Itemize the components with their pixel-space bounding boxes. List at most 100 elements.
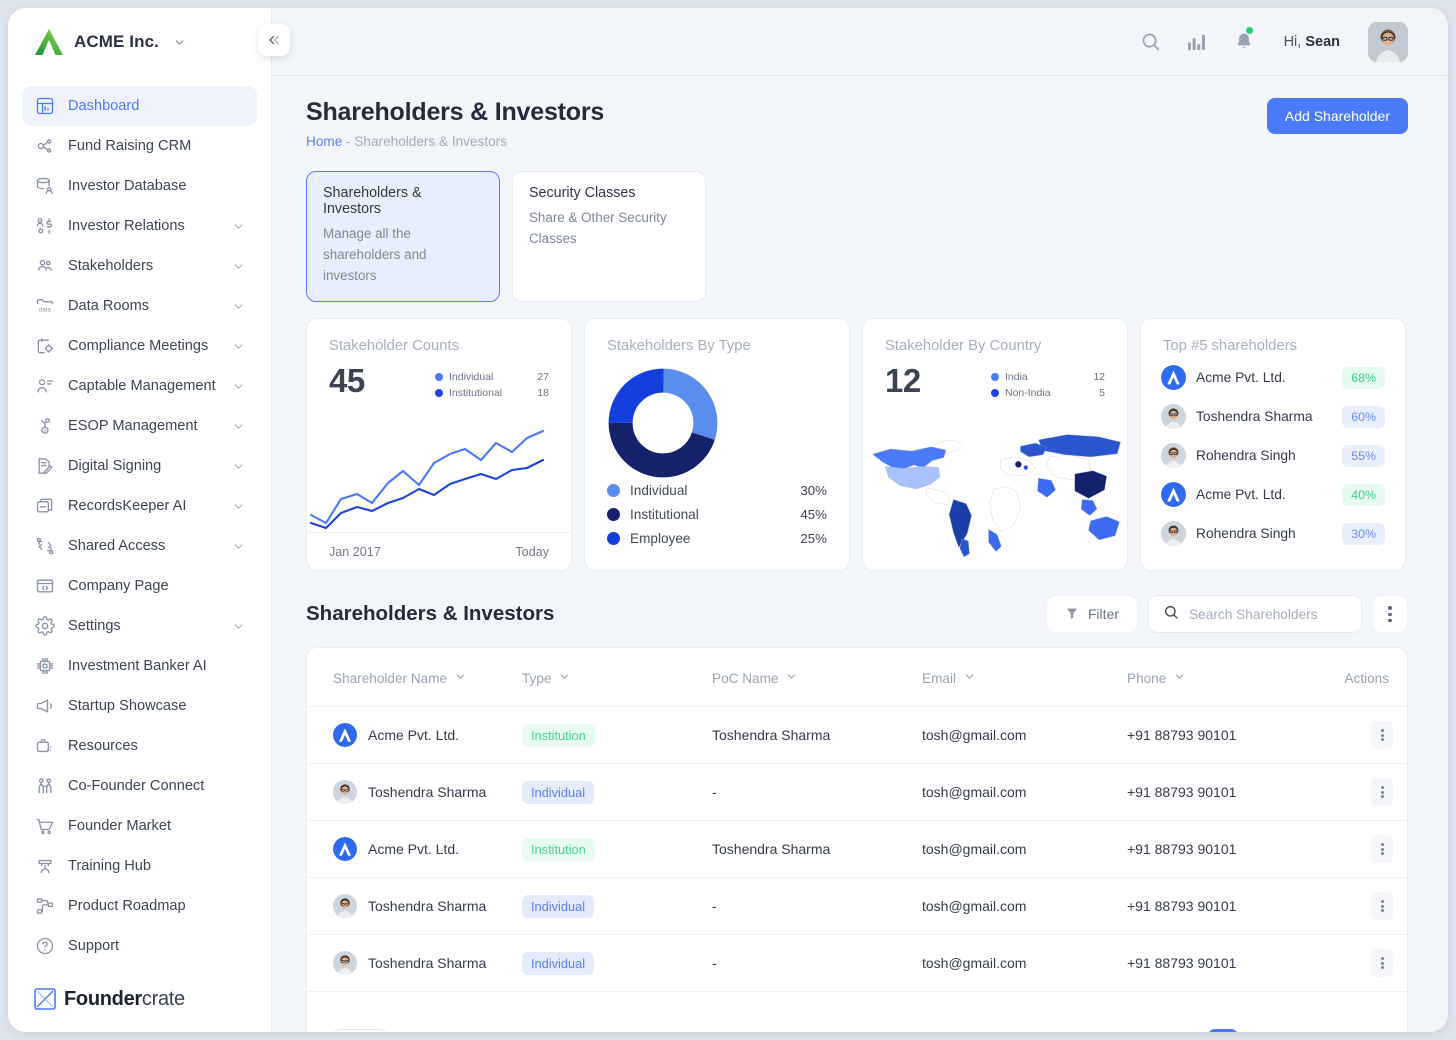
- top5-percent: 55%: [1342, 444, 1385, 467]
- top5-row[interactable]: Acme Pvt. Ltd. 68%: [1161, 358, 1385, 397]
- tab-card-security-classes[interactable]: Security Classes Share & Other Security C…: [512, 171, 706, 303]
- chevron-down-icon[interactable]: [173, 36, 186, 49]
- row-actions-button[interactable]: [1371, 949, 1393, 978]
- sidebar-item-label: Fund Raising CRM: [68, 138, 192, 154]
- pagination-page-1[interactable]: 1: [1207, 1029, 1238, 1032]
- avatar[interactable]: [1368, 21, 1408, 62]
- sidebar-item-recordskeeper-ai[interactable]: RecordsKeeper AI: [22, 486, 257, 526]
- sidebar-item-stakeholders[interactable]: Stakeholders: [22, 246, 257, 286]
- sidebar-item-support[interactable]: Support: [22, 926, 257, 966]
- card-title: Stakeholder Counts: [329, 338, 459, 355]
- breadcrumb-home[interactable]: Home: [306, 134, 342, 149]
- chevron-down-icon[interactable]: [232, 620, 245, 633]
- sidebar-item-esop-management[interactable]: $ ESOP Management: [22, 406, 257, 446]
- card-stakeholder-by-country: Stakeholder By Country 12 India 12 Non-Ind…: [862, 318, 1128, 572]
- sidebar-item-settings[interactable]: Settings: [22, 606, 257, 646]
- acme-logo: [333, 837, 357, 862]
- table-row[interactable]: Toshendra Sharma Individual - tosh@gmail.co…: [307, 877, 1407, 936]
- search-shareholders-box[interactable]: [1148, 595, 1362, 634]
- chevron-down-icon[interactable]: [232, 460, 245, 473]
- pagination-page-3[interactable]: 3: [1273, 1030, 1302, 1032]
- sidebar-item-company-page[interactable]: Company Page: [22, 566, 257, 606]
- brand-header[interactable]: ACME Inc.: [8, 8, 271, 76]
- shareholder-name: Toshendra Sharma: [368, 898, 487, 915]
- top5-row[interactable]: Rohendra Singh 30%: [1161, 514, 1385, 553]
- shareholder-name: Acme Pvt. Ltd.: [368, 841, 460, 858]
- top5-row[interactable]: Toshendra Sharma 60%: [1161, 397, 1385, 436]
- table-header-email[interactable]: Email: [922, 648, 1127, 708]
- sidebar-item-startup-showcase[interactable]: Startup Showcase: [22, 686, 257, 726]
- chevron-down-icon[interactable]: [232, 540, 245, 553]
- row-actions-button[interactable]: [1371, 892, 1393, 921]
- card-top-5-shareholders: Top #5 shareholders Acme Pvt. Ltd. 68% Tos…: [1140, 318, 1406, 572]
- sidebar-item-shared-access[interactable]: Shared Access: [22, 526, 257, 566]
- chevron-down-icon[interactable]: [1173, 670, 1186, 686]
- table-header-phone[interactable]: Phone: [1127, 648, 1332, 708]
- search-input[interactable]: [1189, 606, 1347, 622]
- table-row[interactable]: Toshendra Sharma Individual - tosh@gmail.co…: [307, 934, 1407, 993]
- table-more-options-button[interactable]: [1372, 595, 1408, 634]
- sidebar-item-compliance-meetings[interactable]: Compliance Meetings: [22, 326, 257, 366]
- table-row[interactable]: Acme Pvt. Ltd. Institution Toshendra Sharm…: [307, 820, 1407, 879]
- sidebar-item-training-hub[interactable]: Training Hub: [22, 846, 257, 886]
- sidebar-item-fund-raising-crm[interactable]: Fund Raising CRM: [22, 126, 257, 166]
- bell-icon[interactable]: [1234, 27, 1254, 52]
- chevron-down-icon[interactable]: [232, 340, 245, 353]
- sidebar-item-investor-relations[interactable]: Investor Relations: [22, 206, 257, 246]
- table-header-type[interactable]: Type: [522, 648, 712, 708]
- legend-color-dot: [607, 507, 620, 521]
- chevron-down-icon[interactable]: [232, 220, 245, 233]
- sidebar-item-investor-database[interactable]: Investor Database: [22, 166, 257, 206]
- sidebar-collapse-button[interactable]: [258, 24, 290, 56]
- table-header-actions: Actions: [1332, 648, 1407, 708]
- chevron-down-icon[interactable]: [232, 380, 245, 393]
- cell-poc-name: Toshendra Sharma: [712, 706, 922, 765]
- legend-color-dot: [607, 483, 620, 497]
- sidebar-item-co-founder-connect[interactable]: Co-Founder Connect: [22, 766, 257, 806]
- top5-row[interactable]: Rohendra Singh 55%: [1161, 436, 1385, 475]
- sidebar-item-dashboard[interactable]: Dashboard: [22, 86, 257, 126]
- legend-value: 27: [537, 371, 549, 384]
- table-header-shareholder-name[interactable]: Shareholder Name: [307, 648, 522, 708]
- filter-button[interactable]: Filter: [1045, 595, 1138, 634]
- sidebar-item-investment-banker-ai[interactable]: Investment Banker AI: [22, 646, 257, 686]
- table-header-poc-name[interactable]: PoC Name: [712, 648, 922, 708]
- tab-card-shareholders-investors[interactable]: Shareholders & Investors Manage all the s…: [306, 171, 500, 303]
- gear-icon: [34, 616, 55, 637]
- table-row[interactable]: Toshendra Sharma Individual - tosh@gmail.co…: [307, 763, 1407, 822]
- sidebar-item-data-rooms[interactable]: data Data Rooms: [22, 286, 257, 326]
- sidebar-item-resources[interactable]: Resources: [22, 726, 257, 766]
- sidebar-item-product-roadmap[interactable]: Product Roadmap: [22, 886, 257, 926]
- add-shareholder-button[interactable]: Add Shareholder: [1266, 98, 1408, 134]
- sidebar-item-digital-signing[interactable]: Digital Signing: [22, 446, 257, 486]
- search-icon[interactable]: [1140, 31, 1161, 52]
- counts-legend: Individual 27 Institutional 18: [435, 369, 549, 401]
- sidebar-item-label: Investment Banker AI: [68, 658, 207, 674]
- page-size-select[interactable]: 10: [333, 1028, 388, 1032]
- top5-row[interactable]: Acme Pvt. Ltd. 40%: [1161, 475, 1385, 514]
- row-actions-button[interactable]: [1371, 835, 1393, 864]
- shareholders-table: Shareholder Name Type PoC Name Email Phone Ac…: [307, 648, 1407, 993]
- chevron-down-icon[interactable]: [232, 420, 245, 433]
- sidebar-item-founder-market[interactable]: Founder Market: [22, 806, 257, 846]
- footer-brand-light: crate: [141, 987, 185, 1010]
- chevron-down-icon[interactable]: [232, 500, 245, 513]
- card-title: Top #5 shareholders: [1163, 338, 1298, 355]
- pagination-page-2[interactable]: 2: [1241, 1030, 1270, 1032]
- table-row[interactable]: Acme Pvt. Ltd. Institution Toshendra Sharm…: [307, 706, 1407, 765]
- cell-actions: [1332, 763, 1407, 822]
- top5-name: Rohendra Singh: [1196, 526, 1296, 542]
- row-actions-button[interactable]: [1371, 721, 1393, 750]
- sidebar-item-captable-management[interactable]: Captable Management: [22, 366, 257, 406]
- row-actions-button[interactable]: [1371, 778, 1393, 807]
- bar-chart-icon[interactable]: [1187, 32, 1208, 51]
- pagination-page-4[interactable]: 4: [1305, 1030, 1334, 1032]
- chevron-down-icon[interactable]: [558, 670, 571, 686]
- chevron-down-icon[interactable]: [232, 260, 245, 273]
- chevron-down-icon[interactable]: [963, 670, 976, 686]
- tab-cards: Shareholders & Investors Manage all the s…: [306, 171, 1408, 303]
- chevron-down-icon[interactable]: [454, 670, 467, 686]
- card-stakeholders-by-type: Stakeholders By Type Individual 30% Instit…: [584, 318, 850, 572]
- chevron-down-icon[interactable]: [785, 670, 798, 686]
- chevron-down-icon[interactable]: [232, 300, 245, 313]
